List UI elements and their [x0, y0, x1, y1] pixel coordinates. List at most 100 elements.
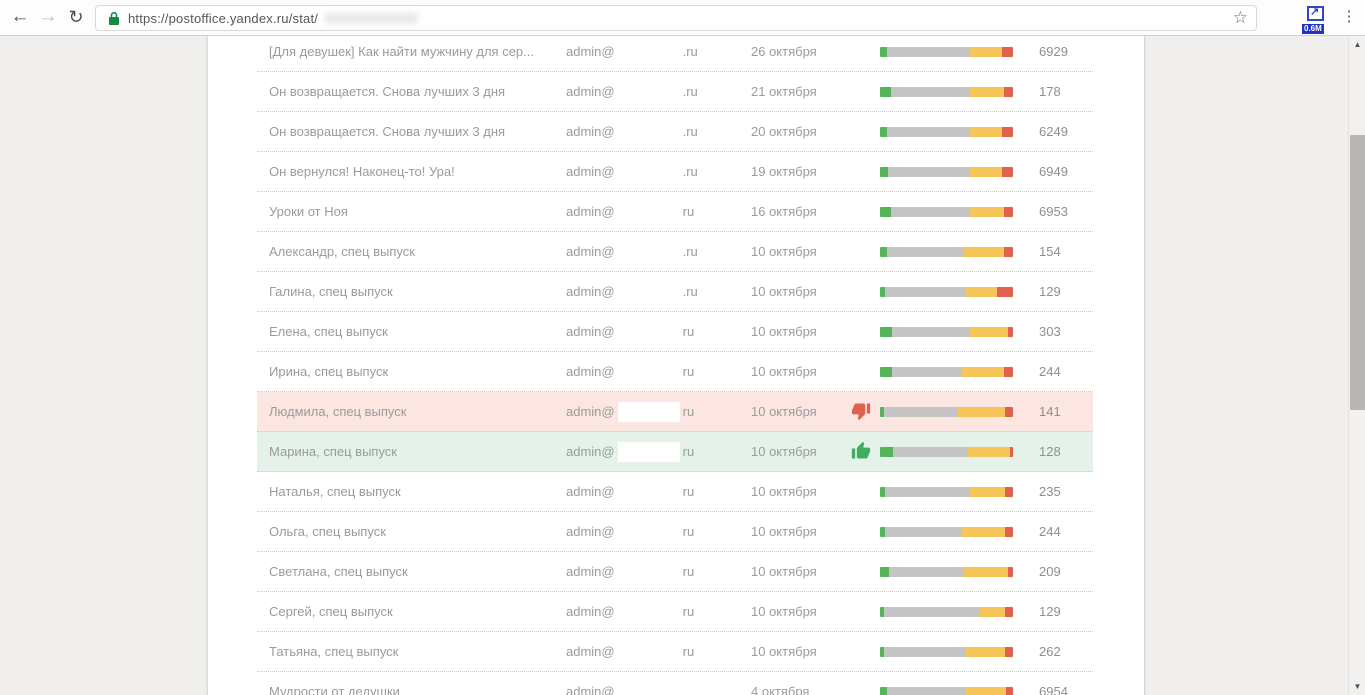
email-tld: ru	[683, 364, 695, 379]
reaction-cell	[851, 560, 880, 584]
table-row[interactable]: Он возвращается. Снова лучших 3 дня admi…	[257, 72, 1093, 112]
table-row[interactable]: Ирина, спец выпуск admin@ ru 10 октября …	[257, 352, 1093, 392]
page-scrollbar[interactable]: ▲ ▼	[1348, 36, 1365, 695]
extension-arrow-icon: ↗	[1307, 6, 1324, 21]
table-row[interactable]: Мудрости от дедушки admin@ 4 октября 695…	[257, 672, 1093, 695]
table-row[interactable]: Сергей, спец выпуск admin@ ru 10 октября…	[257, 592, 1093, 632]
thumbs-down-icon[interactable]	[851, 401, 871, 421]
forward-icon[interactable]: →	[34, 0, 62, 36]
email-domain-mask	[618, 602, 680, 622]
table-row[interactable]: Людмила, спец выпуск admin@ ru 10 октябр…	[257, 392, 1093, 432]
sender-email: admin@ ru	[566, 202, 751, 222]
email-tld: .ru	[683, 164, 698, 179]
email-user: admin@	[566, 404, 615, 419]
reload-icon[interactable]: ↻	[62, 0, 90, 36]
reaction-cell	[851, 640, 880, 664]
bar-segment-delivered	[880, 567, 889, 577]
reaction-cell	[851, 80, 880, 104]
send-date: 4 октября	[751, 684, 851, 695]
table-row[interactable]: Уроки от Ноя admin@ ru 16 октября 6953	[257, 192, 1093, 232]
table-row[interactable]: Татьяна, спец выпуск admin@ ru 10 октябр…	[257, 632, 1093, 672]
reaction-cell	[851, 600, 880, 624]
bar-segment-unread	[893, 447, 967, 457]
sender-email: admin@ .ru	[566, 282, 751, 302]
table-row[interactable]: Галина, спец выпуск admin@ .ru 10 октябр…	[257, 272, 1093, 312]
send-date: 19 октября	[751, 164, 851, 179]
back-icon[interactable]: ←	[6, 0, 34, 36]
email-user: admin@	[566, 124, 615, 139]
recipients-count: 6249	[1039, 124, 1068, 139]
bar-segment-spam	[1004, 207, 1013, 217]
bar-segment-spam	[1006, 687, 1013, 695]
table-row[interactable]: Александр, спец выпуск admin@ .ru 10 окт…	[257, 232, 1093, 272]
address-bar[interactable]: https://postoffice.yandex.ru/stat/ ☆	[95, 5, 1257, 31]
email-tld: ru	[683, 484, 695, 499]
send-date: 20 октября	[751, 124, 851, 139]
bar-segment-deleted	[970, 487, 1005, 497]
extension-button[interactable]: ↗ 0.6M	[1302, 4, 1332, 34]
recipients-count: 129	[1039, 284, 1061, 299]
table-row[interactable]: Светлана, спец выпуск admin@ ru 10 октяб…	[257, 552, 1093, 592]
scrollbar-thumb[interactable]	[1350, 135, 1365, 410]
campaign-stats-table: [Для девушек] Как найти мужчину для сер.…	[257, 36, 1093, 695]
table-row[interactable]: Он возвращается. Снова лучших 3 дня admi…	[257, 112, 1093, 152]
sender-email: admin@ ru	[566, 482, 751, 502]
send-date: 10 октября	[751, 524, 851, 539]
email-user: admin@	[566, 484, 615, 499]
bar-segment-spam	[1008, 327, 1013, 337]
send-date: 10 октября	[751, 644, 851, 659]
browser-menu-icon[interactable]: ⋮	[1335, 0, 1363, 36]
send-date: 10 октября	[751, 564, 851, 579]
email-domain-mask	[618, 482, 680, 502]
send-date: 10 октября	[751, 484, 851, 499]
bar-segment-spam	[1004, 87, 1013, 97]
table-row[interactable]: Марина, спец выпуск admin@ ru 10 октября…	[257, 432, 1093, 472]
bar-segment-spam	[1005, 607, 1013, 617]
bar-segment-spam	[1005, 647, 1013, 657]
campaign-title: Елена, спец выпуск	[257, 324, 566, 339]
sender-email: admin@ ru	[566, 562, 751, 582]
bar-segment-deleted	[966, 647, 1005, 657]
send-date: 16 октября	[751, 204, 851, 219]
sender-email: admin@ .ru	[566, 122, 751, 142]
delivery-stats-bar	[880, 527, 1013, 537]
recipients-count: 6954	[1039, 684, 1068, 695]
recipients-count: 154	[1039, 244, 1061, 259]
bar-segment-deleted	[966, 287, 997, 297]
scroll-up-icon[interactable]: ▲	[1349, 36, 1365, 53]
table-row[interactable]: Он вернулся! Наконец-то! Ура! admin@ .ru…	[257, 152, 1093, 192]
table-row[interactable]: Наталья, спец выпуск admin@ ru 10 октябр…	[257, 472, 1093, 512]
bar-segment-deleted	[964, 247, 1004, 257]
email-tld: .ru	[683, 44, 698, 59]
table-row[interactable]: Ольга, спец выпуск admin@ ru 10 октября …	[257, 512, 1093, 552]
bar-segment-unread	[887, 127, 971, 137]
email-user: admin@	[566, 604, 615, 619]
scroll-down-icon[interactable]: ▼	[1349, 678, 1365, 695]
send-date: 10 октября	[751, 324, 851, 339]
bar-segment-delivered	[880, 87, 891, 97]
bar-segment-unread	[885, 487, 970, 497]
delivery-stats-bar	[880, 287, 1013, 297]
recipients-count: 244	[1039, 364, 1061, 379]
delivery-stats-bar	[880, 327, 1013, 337]
send-date: 10 октября	[751, 444, 851, 459]
bookmark-star-icon[interactable]: ☆	[1233, 8, 1248, 28]
bar-segment-deleted	[980, 607, 1005, 617]
email-domain-mask	[618, 442, 680, 462]
table-row[interactable]: [Для девушек] Как найти мужчину для сер.…	[257, 36, 1093, 72]
send-date: 21 октября	[751, 84, 851, 99]
bar-segment-unread	[885, 287, 966, 297]
recipients-count: 303	[1039, 324, 1061, 339]
sender-email: admin@	[566, 682, 751, 695]
thumbs-up-icon[interactable]	[851, 441, 871, 461]
table-row[interactable]: Елена, спец выпуск admin@ ru 10 октября …	[257, 312, 1093, 352]
delivery-stats-bar	[880, 127, 1013, 137]
sender-email: admin@ ru	[566, 602, 751, 622]
delivery-stats-bar	[880, 367, 1013, 377]
delivery-stats-bar	[880, 167, 1013, 177]
sender-email: admin@ ru	[566, 362, 751, 382]
email-tld: ru	[683, 644, 695, 659]
bar-segment-unread	[884, 607, 980, 617]
bar-segment-unread	[884, 407, 957, 417]
bar-segment-deleted	[961, 527, 1005, 537]
